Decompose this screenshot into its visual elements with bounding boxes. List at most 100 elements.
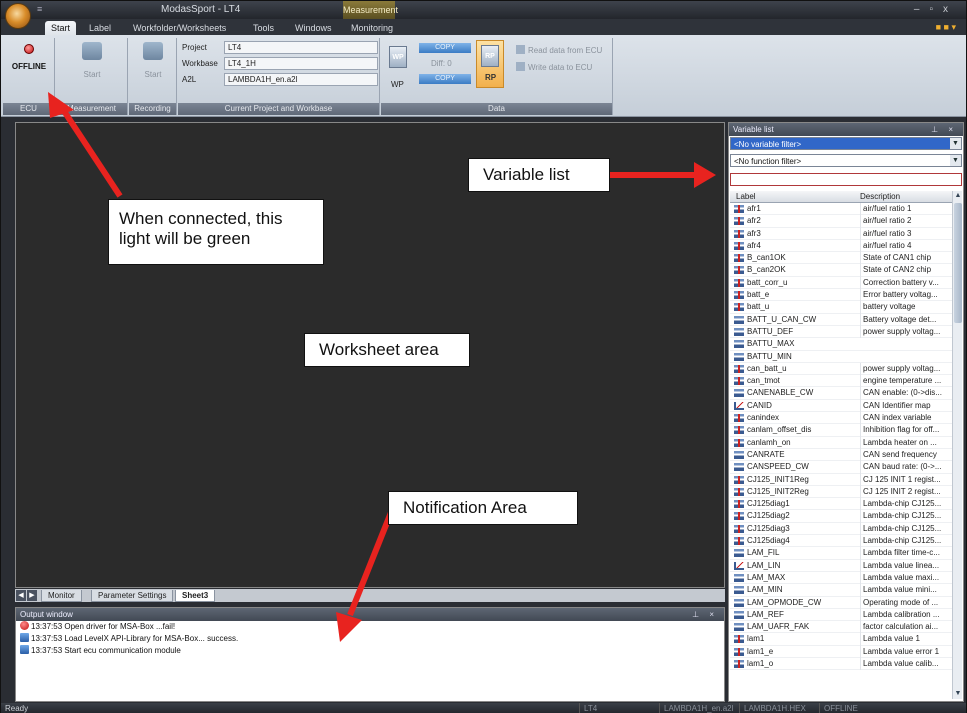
write-data-to-ecu-button[interactable]: Write data to ECU (516, 62, 592, 72)
sheet-tab-monitor[interactable]: Monitor (41, 590, 82, 602)
variable-label: LAM_MAX (747, 572, 786, 582)
tab-workfolder[interactable]: Workfolder/Worksheets (127, 21, 232, 35)
variable-row[interactable]: BATTU_MIN (730, 351, 952, 363)
variable-row[interactable]: BATTU_DEF power supply voltag... (730, 325, 952, 339)
column-description-header[interactable]: Description (860, 191, 900, 203)
chevron-down-icon[interactable]: ▼ (950, 155, 961, 166)
tab-tools[interactable]: Tools (247, 21, 280, 35)
variable-row[interactable]: CANENABLE_CW CAN enable: (0->dis... (730, 387, 952, 400)
variable-row[interactable]: CANID CAN Identifier map (730, 399, 952, 413)
variable-row[interactable]: CJ125diag4 Lambda-chip CJ125... (730, 535, 952, 548)
variable-row[interactable]: lam1 Lambda value 1 (730, 633, 952, 646)
variable-label: lam1 (747, 634, 765, 644)
sheet-next-icon[interactable]: ▶ (27, 590, 37, 601)
variable-row[interactable]: afr4 air/fuel ratio 4 (730, 239, 952, 253)
sheet-prev-icon[interactable]: ◀ (16, 590, 26, 601)
pin-close-icon[interactable]: ⊥ × (931, 123, 957, 136)
rp-button[interactable]: RP RP (476, 40, 504, 88)
wp-button[interactable]: WP (391, 80, 404, 89)
rp-icon: RP (481, 45, 499, 67)
variable-row[interactable]: BATT_U_CAN_CW Battery voltage det... (730, 313, 952, 326)
scroll-thumb[interactable] (954, 203, 962, 323)
scroll-up-icon[interactable]: ▲ (953, 191, 963, 201)
project-group: Project LT4 Workbase LT4_1H A2L LAMBDA1H… (178, 38, 380, 115)
column-label-header[interactable]: Label (736, 191, 756, 203)
variable-row[interactable]: CANRATE CAN send frequency (730, 448, 952, 462)
variable-list-scrollbar[interactable]: ▲ ▼ (952, 191, 962, 699)
variable-filter-select[interactable]: <No variable filter> ▼ (730, 137, 962, 150)
status-connection: OFFLINE (819, 703, 879, 713)
variable-row[interactable]: batt_e Error battery voltag... (730, 289, 952, 302)
measurement-start-button[interactable]: Start (74, 42, 110, 79)
variable-row[interactable]: batt_u battery voltage (730, 301, 952, 314)
parameter-variable-icon (734, 315, 744, 324)
recording-group: Start Recording (129, 38, 177, 115)
quick-access-menu-icon[interactable]: ≡ (37, 4, 42, 14)
scroll-down-icon[interactable]: ▼ (953, 689, 963, 699)
variable-row[interactable]: BATTU_MAX (730, 338, 952, 351)
variable-row[interactable]: CJ125diag1 Lambda-chip CJ125... (730, 498, 952, 511)
variable-row[interactable]: can_batt_u power supply voltag... (730, 362, 952, 376)
variable-row[interactable]: batt_corr_u Correction battery v... (730, 276, 952, 290)
variable-row[interactable]: LAM_MIN Lambda value mini... (730, 584, 952, 597)
variable-row[interactable]: canindex CAN index variable (730, 412, 952, 425)
variable-description: Battery voltage det... (860, 313, 948, 326)
recording-start-button[interactable]: Start (135, 42, 171, 79)
variable-row[interactable]: afr3 air/fuel ratio 3 (730, 227, 952, 240)
variable-row[interactable]: lam1_e Lambda value error 1 (730, 645, 952, 658)
minimize-icon[interactable]: – (914, 4, 930, 15)
variable-row[interactable]: LAM_OPMODE_CW Operating mode of ... (730, 596, 952, 609)
variable-row[interactable]: LAM_FIL Lambda filter time-c... (730, 547, 952, 560)
variable-row[interactable]: LAM_UAFR_FAK factor calculation ai... (730, 621, 952, 634)
a2l-row: A2L LAMBDA1H_en.a2l (182, 73, 378, 87)
read-data-from-ecu-button[interactable]: Read data from ECU (516, 45, 602, 55)
variable-row[interactable]: canlam_offset_dis Inhibition flag for off… (730, 424, 952, 437)
variable-row[interactable]: CANSPEED_CW CAN baud rate: (0->... (730, 461, 952, 474)
variable-row[interactable]: afr2 air/fuel ratio 2 (730, 215, 952, 228)
status-project: LT4 (579, 703, 597, 713)
measurement-variable-icon (734, 659, 744, 668)
parameter-variable-icon (734, 389, 744, 398)
chevron-down-icon[interactable]: ▼ (950, 138, 961, 149)
sheet-tab-parameter-settings[interactable]: Parameter Settings (91, 590, 174, 602)
tab-monitoring[interactable]: Monitoring (345, 21, 399, 35)
variable-description: Lambda calibration ... (860, 608, 948, 622)
copy-rp-to-wp-button[interactable]: COPY (419, 74, 471, 84)
variable-row[interactable]: CJ125_INIT1Reg CJ 125 INIT 1 regist... (730, 473, 952, 486)
variable-row[interactable]: LAM_REF Lambda calibration ... (730, 608, 952, 622)
variable-row[interactable]: canlamh_on Lambda heater on ... (730, 436, 952, 449)
contextual-tab-measurement[interactable]: Measurement (343, 1, 398, 19)
ecu-connect-button[interactable]: OFFLINE (9, 42, 49, 71)
workbase-field[interactable]: LT4_1H (224, 57, 378, 70)
pin-close-icon[interactable]: ⊥ × (692, 608, 718, 621)
variable-row[interactable]: can_tmot engine temperature ... (730, 375, 952, 388)
variable-row[interactable]: lam1_o Lambda value calib... (730, 657, 952, 671)
variable-label: afr3 (747, 228, 761, 238)
variable-label: LAM_OPMODE_CW (747, 597, 822, 607)
variable-search-input[interactable] (730, 173, 962, 186)
tab-start[interactable]: Start (45, 21, 77, 35)
variable-description: factor calculation ai... (860, 621, 948, 634)
variable-row[interactable]: LAM_LIN Lambda value linea... (730, 559, 952, 572)
variable-row[interactable]: B_can1OK State of CAN1 chip (730, 252, 952, 265)
project-field[interactable]: LT4 (224, 41, 378, 54)
help-icon[interactable]: ■ ■ ▾ (936, 22, 956, 33)
close-icon[interactable]: x (943, 4, 958, 15)
tab-windows[interactable]: Windows (289, 21, 338, 35)
variable-row[interactable]: CJ125diag3 Lambda-chip CJ125... (730, 522, 952, 536)
variable-description: CAN enable: (0->dis... (860, 387, 948, 400)
variable-row[interactable]: afr1 air/fuel ratio 1 (730, 203, 952, 216)
variable-row[interactable]: CJ125diag2 Lambda-chip CJ125... (730, 510, 952, 523)
variable-label: CANID (747, 400, 772, 410)
app-logo-button[interactable] (5, 3, 31, 29)
variable-row[interactable]: LAM_MAX Lambda value maxi... (730, 571, 952, 585)
sheet-tab-sheet3[interactable]: Sheet3 (175, 590, 216, 602)
maximize-icon[interactable]: ▫ (929, 4, 943, 15)
variable-row[interactable]: CJ125_INIT2Reg CJ 125 INIT 2 regist... (730, 485, 952, 499)
a2l-field[interactable]: LAMBDA1H_en.a2l (224, 73, 378, 86)
copy-wp-to-rp-button[interactable]: COPY (419, 43, 471, 53)
variable-description: power supply voltag... (860, 362, 948, 376)
variable-row[interactable]: B_can2OK State of CAN2 chip (730, 264, 952, 277)
tab-label[interactable]: Label (83, 21, 117, 35)
function-filter-select[interactable]: <No function filter> ▼ (730, 154, 962, 167)
